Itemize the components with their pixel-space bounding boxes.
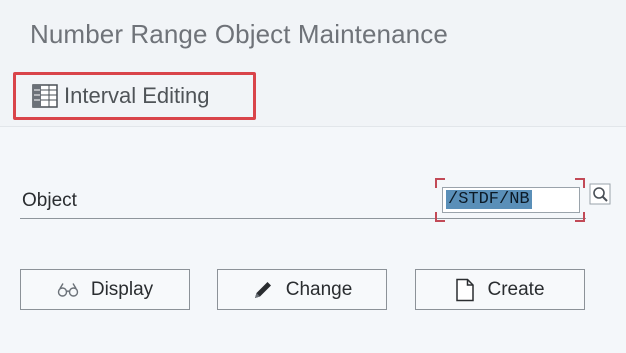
content-area: Object /STDF/NB Display Change Create (0, 127, 626, 353)
pencil-icon (252, 279, 274, 301)
interval-grid-icon (32, 84, 58, 108)
page-title: Number Range Object Maintenance (30, 19, 448, 49)
display-button-label: Display (90, 278, 154, 300)
interval-editing-button[interactable]: Interval Editing (13, 72, 256, 120)
create-button-label: Create (487, 278, 545, 300)
object-label: Object (22, 190, 77, 211)
value-help-button[interactable] (587, 183, 613, 210)
glasses-icon (57, 282, 79, 298)
document-icon (455, 278, 475, 302)
title-bar: Number Range Object Maintenance (0, 0, 626, 70)
display-button[interactable]: Display (20, 269, 190, 310)
object-input-value: /STDF/NB (446, 190, 532, 209)
object-input-focus-frame: /STDF/NB (435, 178, 585, 222)
search-icon (589, 183, 611, 210)
toolbar: Interval Editing (0, 70, 626, 127)
change-button-label: Change (285, 278, 353, 300)
change-button[interactable]: Change (217, 269, 387, 310)
create-button[interactable]: Create (415, 269, 585, 310)
interval-editing-label: Interval Editing (64, 83, 210, 108)
object-input[interactable]: /STDF/NB (442, 187, 580, 213)
